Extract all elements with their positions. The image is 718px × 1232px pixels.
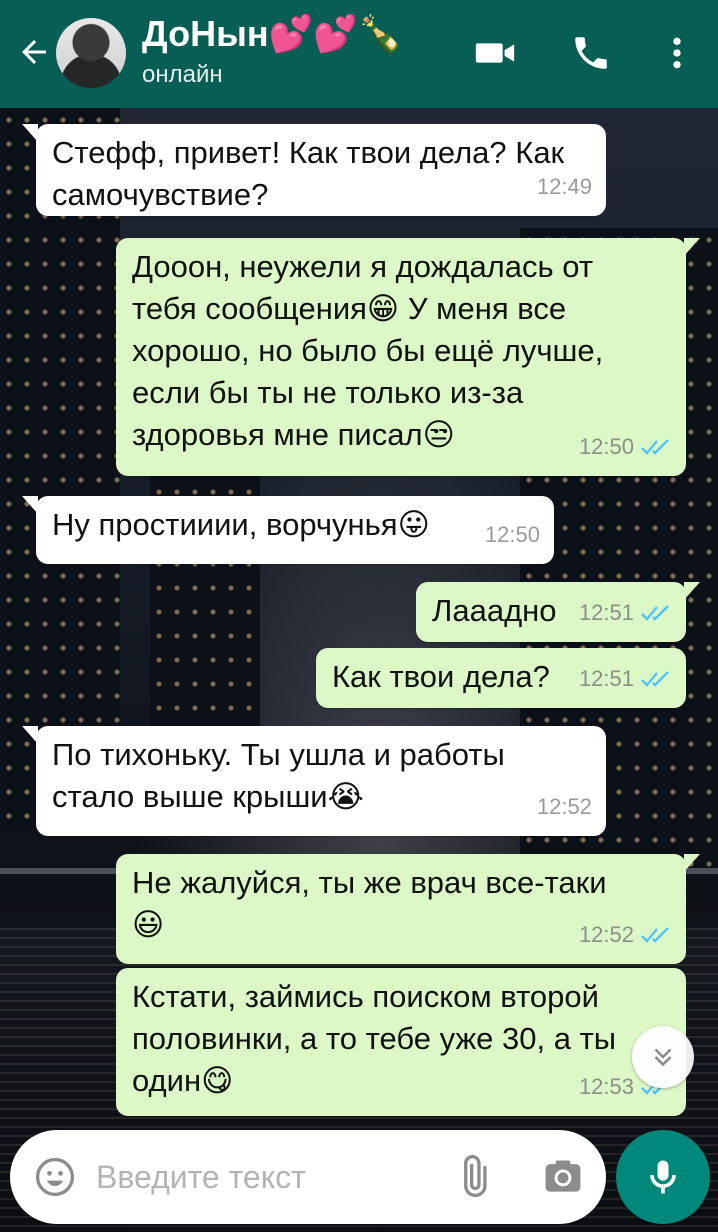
message-outgoing[interactable]: Как твои дела? 12:51 — [316, 648, 686, 708]
emoji-button[interactable] — [30, 1152, 80, 1202]
read-double-check-icon — [641, 671, 669, 687]
message-time: 12:52 — [536, 794, 592, 819]
voice-call-button[interactable] — [566, 28, 616, 78]
message-outgoing[interactable]: Дооон, неужели я дождалась от тебя сообщ… — [116, 238, 700, 476]
double-chevron-down-icon — [654, 1048, 672, 1067]
avatar[interactable] — [56, 18, 126, 88]
video-call-button[interactable] — [470, 28, 520, 78]
phone-icon — [575, 37, 607, 69]
message-meta: 12:49 — [537, 166, 592, 208]
read-double-check-icon — [641, 927, 669, 943]
more-vertical-icon — [673, 37, 681, 69]
attach-button[interactable] — [448, 1152, 498, 1202]
message-meta: 12:50 — [579, 426, 672, 468]
back-button[interactable] — [8, 26, 60, 78]
contact-name: ДоНын💕💕🍾 — [142, 13, 404, 54]
message-text: По тихоньку. Ты ушла и работы стало выше… — [52, 737, 505, 814]
emoji-icon — [35, 1157, 75, 1197]
contact-status: онлайн — [142, 61, 223, 88]
camera-icon — [545, 1160, 581, 1192]
scroll-to-bottom-button[interactable] — [632, 1026, 694, 1088]
message-text: Ну простииии, ворчунья😛 — [52, 507, 430, 542]
camera-button[interactable] — [538, 1152, 588, 1202]
message-time: 12:50 — [578, 434, 634, 459]
message-meta: 12:52 — [579, 914, 672, 956]
message-meta: 12:51 — [579, 592, 672, 634]
message-outgoing[interactable]: Лааадно 12:51 — [416, 582, 700, 642]
message-meta: 12:52 — [537, 786, 592, 828]
read-double-check-icon — [641, 605, 669, 621]
message-time: 12:49 — [536, 174, 592, 199]
message-time: 12:51 — [578, 666, 634, 691]
chat-header: ДоНын💕💕🍾 онлайн — [0, 0, 718, 108]
message-incoming[interactable]: Ну простииии, ворчунья😛 12:50 — [22, 496, 554, 564]
read-double-check-icon — [641, 439, 669, 455]
message-time: 12:52 — [578, 922, 634, 947]
wallpaper-building — [0, 108, 120, 828]
message-outgoing[interactable]: Кстати, займись поиском второй половинки… — [116, 968, 686, 1116]
video-camera-icon — [475, 43, 515, 63]
more-options-button[interactable] — [652, 28, 702, 78]
message-meta: 12:50 — [485, 514, 540, 556]
message-text: Стефф, привет! Как твои дела? Как самочу… — [52, 135, 565, 212]
message-incoming[interactable]: По тихоньку. Ты ушла и работы стало выше… — [22, 726, 606, 836]
message-incoming[interactable]: Стефф, привет! Как твои дела? Как самочу… — [22, 124, 606, 216]
message-text: Дооон, неужели я дождалась от тебя сообщ… — [132, 249, 604, 452]
message-time: 12:51 — [578, 600, 634, 625]
message-time: 12:53 — [578, 1074, 634, 1099]
message-outgoing[interactable]: Не жалуйся, ты же врач все-таки 😃 12:52 — [116, 854, 700, 964]
message-input[interactable] — [96, 1152, 426, 1202]
paperclip-icon — [464, 1155, 487, 1198]
arrow-left-icon — [22, 40, 46, 64]
message-time: 12:50 — [484, 522, 540, 547]
contact-info[interactable]: ДоНын💕💕🍾 онлайн — [142, 12, 403, 90]
voice-record-button[interactable] — [616, 1130, 710, 1224]
message-composer — [10, 1130, 606, 1224]
message-meta: 12:51 — [579, 658, 672, 700]
microphone-icon — [650, 1160, 676, 1194]
